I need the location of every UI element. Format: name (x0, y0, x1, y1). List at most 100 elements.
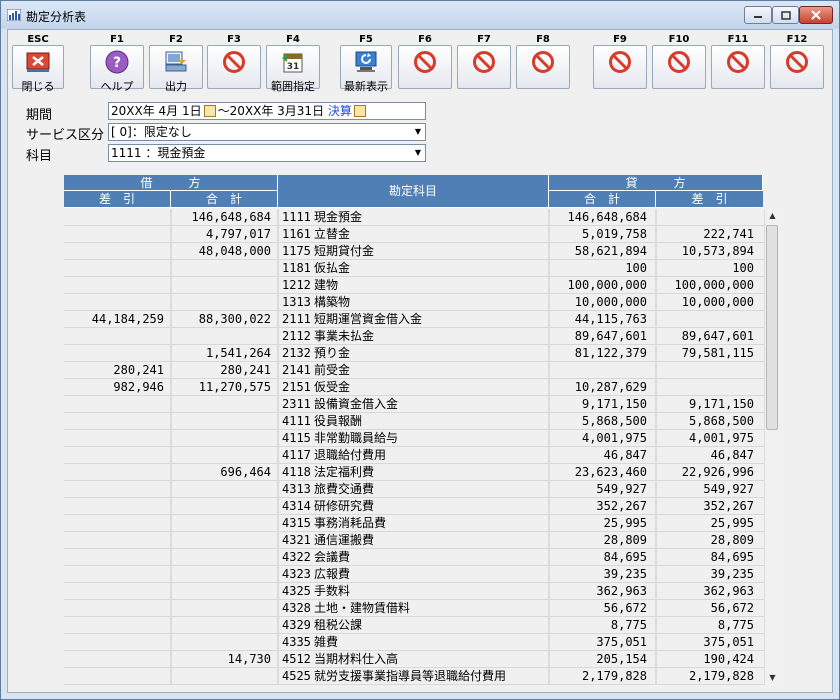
debit-header: 借 方 (64, 175, 278, 191)
table-row[interactable]: 4335 雑費 375,051 375,051 (64, 634, 764, 651)
cell-name: 就労支援事業指導員等退職給付費用 (314, 669, 507, 683)
toolbar-button-f3[interactable] (207, 45, 261, 89)
cell-name: 通信運搬費 (314, 533, 375, 547)
calendar-end-icon[interactable] (353, 105, 366, 117)
table-row[interactable]: 44,184,259 88,300,022 2111 短期運営資金借入金 44,115,… (64, 311, 764, 328)
table-row[interactable]: 1212 建物 100,000,000 100,000,000 (64, 277, 764, 294)
service-category-select[interactable]: [ 0]：限定なし ▼ (108, 123, 426, 141)
cell-lgk (171, 549, 277, 566)
maximize-icon (780, 10, 791, 20)
table-row[interactable]: 4321 通信運搬費 28,809 28,809 (64, 532, 764, 549)
toolbar-button-f5[interactable]: 最新表示 (340, 45, 392, 93)
cell-lgk (171, 600, 277, 617)
refresh-icon (354, 46, 378, 77)
cell-lsa (64, 430, 170, 447)
scroll-down-button[interactable]: ▼ (765, 671, 780, 685)
toolbar-button-f6[interactable] (398, 45, 452, 89)
toolbar-button-f12[interactable] (770, 45, 824, 89)
cell-rsa: 8,775 (717, 618, 754, 632)
table-row[interactable]: 4117 退職給付費用 46,847 46,847 (64, 447, 764, 464)
table-row[interactable]: 4,797,017 1161 立替金 5,019,758 222,741 (64, 226, 764, 243)
table-row[interactable]: 14,730 4512 当期材料仕入高 205,154 190,424 (64, 651, 764, 668)
subject-label: 科目 (26, 149, 53, 164)
table-row[interactable]: 696,464 4118 法定福利費 23,623,460 22,926,996 (64, 464, 764, 481)
cell-lsa (64, 481, 170, 498)
table-row[interactable]: 1313 構築物 10,000,000 10,000,000 (64, 294, 764, 311)
table-row[interactable]: 4314 研修研究費 352,267 352,267 (64, 498, 764, 515)
service-category-value: [ 0]：限定なし (111, 125, 192, 139)
close-window-icon (26, 46, 50, 77)
cell-lgk: 14,730 (227, 652, 271, 666)
period-start[interactable]: 20XX年 4月 1日 (111, 104, 202, 118)
disabled-icon (413, 46, 437, 77)
vertical-scrollbar[interactable]: ▲ ▼ (764, 209, 779, 685)
cell-lsa (64, 328, 170, 345)
scroll-up-button[interactable]: ▲ (765, 209, 780, 223)
toolbar-button-f11[interactable] (711, 45, 765, 89)
table-row[interactable]: 280,241 280,241 2141 前受金 (64, 362, 764, 379)
cell-lsa (64, 668, 170, 685)
cell-rsa: 5,868,500 (688, 414, 754, 428)
cell-lsa (64, 549, 170, 566)
scroll-thumb[interactable] (766, 225, 778, 430)
table-row[interactable]: 4325 手数料 362,963 362,963 (64, 583, 764, 600)
cell-rgk: 100,000,000 (567, 278, 647, 292)
cell-rsa: 190,424 (703, 652, 754, 666)
minimize-button[interactable] (744, 6, 772, 24)
toolbar-button-f7[interactable] (457, 45, 511, 89)
table-row[interactable]: 1,541,264 2132 預り金 81,122,379 79,581,115 (64, 345, 764, 362)
chevron-down-icon[interactable]: ▼ (411, 145, 425, 161)
cell-rgk: 2,179,828 (581, 669, 647, 683)
table-row[interactable]: 4525 就労支援事業指導員等退職給付費用 2,179,828 2,179,828 (64, 668, 764, 685)
toolbar-button-f9[interactable] (593, 45, 647, 89)
table-row[interactable]: 4313 旅費交通費 549,927 549,927 (64, 481, 764, 498)
table-row[interactable]: 146,648,684 1111 現金預金 146,648,684 (64, 209, 764, 226)
disabled-icon (608, 46, 632, 77)
chevron-down-icon[interactable]: ▼ (411, 124, 425, 140)
cell-rgk: 10,000,000 (574, 295, 647, 309)
cell-name: 退職給付費用 (314, 448, 387, 462)
table-row[interactable]: 1181 仮払金 100 100 (64, 260, 764, 277)
table-row[interactable]: 2112 事業未払金 89,647,601 89,647,601 (64, 328, 764, 345)
cell-name: 短期運営資金借入金 (314, 312, 423, 326)
cell-lsa (64, 634, 170, 651)
cell-lsa (64, 498, 170, 515)
toolbar-button-f4[interactable]: 31 範囲指定 (266, 45, 320, 93)
subject-value: 1111 ：現金預金 (111, 146, 206, 160)
toolbar-button-esc[interactable]: 閉じる (12, 45, 64, 93)
table-row[interactable]: 4115 非常勤職員給与 4,001,975 4,001,975 (64, 430, 764, 447)
table-row[interactable]: 982,946 11,270,575 2151 仮受金 10,287,629 (64, 379, 764, 396)
toolbar-button-f8[interactable] (516, 45, 570, 89)
table-row[interactable]: 2311 設備資金借入金 9,171,150 9,171,150 (64, 396, 764, 413)
table-row[interactable]: 4111 役員報酬 5,868,500 5,868,500 (64, 413, 764, 430)
credit-diff-header: 差 引 (656, 191, 763, 208)
maximize-button[interactable] (772, 6, 799, 24)
fkey-label-f1: F1 (110, 34, 124, 45)
cell-rgk: 58,621,894 (574, 244, 647, 258)
table-row[interactable]: 4323 広報費 39,235 39,235 (64, 566, 764, 583)
cell-rsa: 10,573,894 (681, 244, 754, 258)
cell-name: 構築物 (314, 295, 351, 309)
table-row[interactable]: 4315 事務消耗品費 25,995 25,995 (64, 515, 764, 532)
cell-name: 設備資金借入金 (314, 397, 399, 411)
cell-lgk: 88,300,022 (198, 312, 271, 326)
cell-rgk: 375,051 (596, 635, 647, 649)
table-row[interactable]: 48,048,000 1175 短期貸付金 58,621,894 10,573,894 (64, 243, 764, 260)
cell-lgk (171, 328, 277, 345)
cell-lsa (64, 226, 170, 243)
subject-select[interactable]: 1111 ：現金預金 ▼ (108, 144, 426, 162)
cell-lsa (64, 617, 170, 634)
toolbar-button-f2[interactable]: 出力 (149, 45, 203, 93)
period-range-field[interactable]: 20XX年 4月 1日 ～20XX年 3月31日 決算 (108, 102, 426, 120)
table-row[interactable]: 4329 租税公課 8,775 8,775 (64, 617, 764, 634)
period-end[interactable]: 20XX年 3月31日 (230, 104, 324, 118)
cell-lsa: 280,241 (113, 363, 164, 377)
table-row[interactable]: 4328 土地・建物賃借料 56,672 56,672 (64, 600, 764, 617)
calendar-start-icon[interactable] (203, 105, 216, 117)
cell-rsa: 10,000,000 (681, 295, 754, 309)
disabled-icon (785, 46, 809, 77)
table-row[interactable]: 4322 会議費 84,695 84,695 (64, 549, 764, 566)
toolbar-button-f10[interactable] (652, 45, 706, 89)
close-window-button[interactable] (799, 6, 833, 24)
toolbar-button-f1[interactable]: ? ヘルプ (90, 45, 144, 93)
